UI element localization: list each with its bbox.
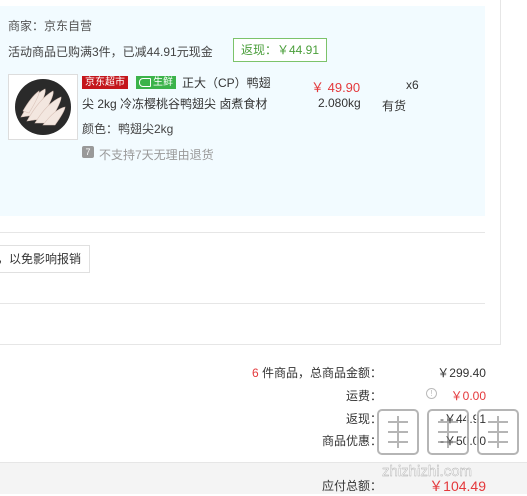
merchant-name: 商家：京东自营 [8,19,93,33]
fresh-badge: 生鲜 [136,76,176,89]
shipping-value: ￥0.00 [450,389,486,403]
return-policy: 不支持7天无理由退货 [99,148,214,162]
fresh-badge-label: 生鲜 [153,77,173,88]
divider [0,303,485,304]
jd-supermarket-badge: 京东超市 [82,76,128,89]
divider [0,232,485,233]
watermark-text: zhizhizhi.com [382,463,472,480]
goods-total: ￥299.40 [437,366,486,380]
promo-text: 活动商品已购满3件，已减44.91元现金 [8,45,213,59]
product-quantity: x6 [406,78,419,92]
product-spec: 颜色：鸭翅尖2kg [82,122,174,136]
goods-count-label: 6 件商品，总商品金额： [251,366,382,380]
goods-count: 6 [251,366,259,380]
product-price: ￥ 49.90 [311,80,361,95]
watermark-logo: zhizhizhi.com [376,408,520,480]
info-icon[interactable]: ! [426,388,437,399]
fish-icon [139,77,151,87]
product-weight: 2.080kg [318,96,361,110]
product-title-line2[interactable]: 尖 2kg 冷冻樱桃谷鸭翅尖 卤煮食材 [82,95,267,112]
rebate-tag: 返现：￥44.91 [233,38,328,62]
no-return-icon: 7 [82,146,94,158]
duck-wing-image [12,76,74,138]
product-title-line1[interactable]: 正大（CP）鸭翅 [182,74,271,91]
product-thumbnail[interactable] [8,74,78,140]
invoice-tip: ，以免影响报销 [0,245,91,273]
shipping-label: 运费： [345,389,382,403]
stock-status: 有货 [382,99,407,113]
